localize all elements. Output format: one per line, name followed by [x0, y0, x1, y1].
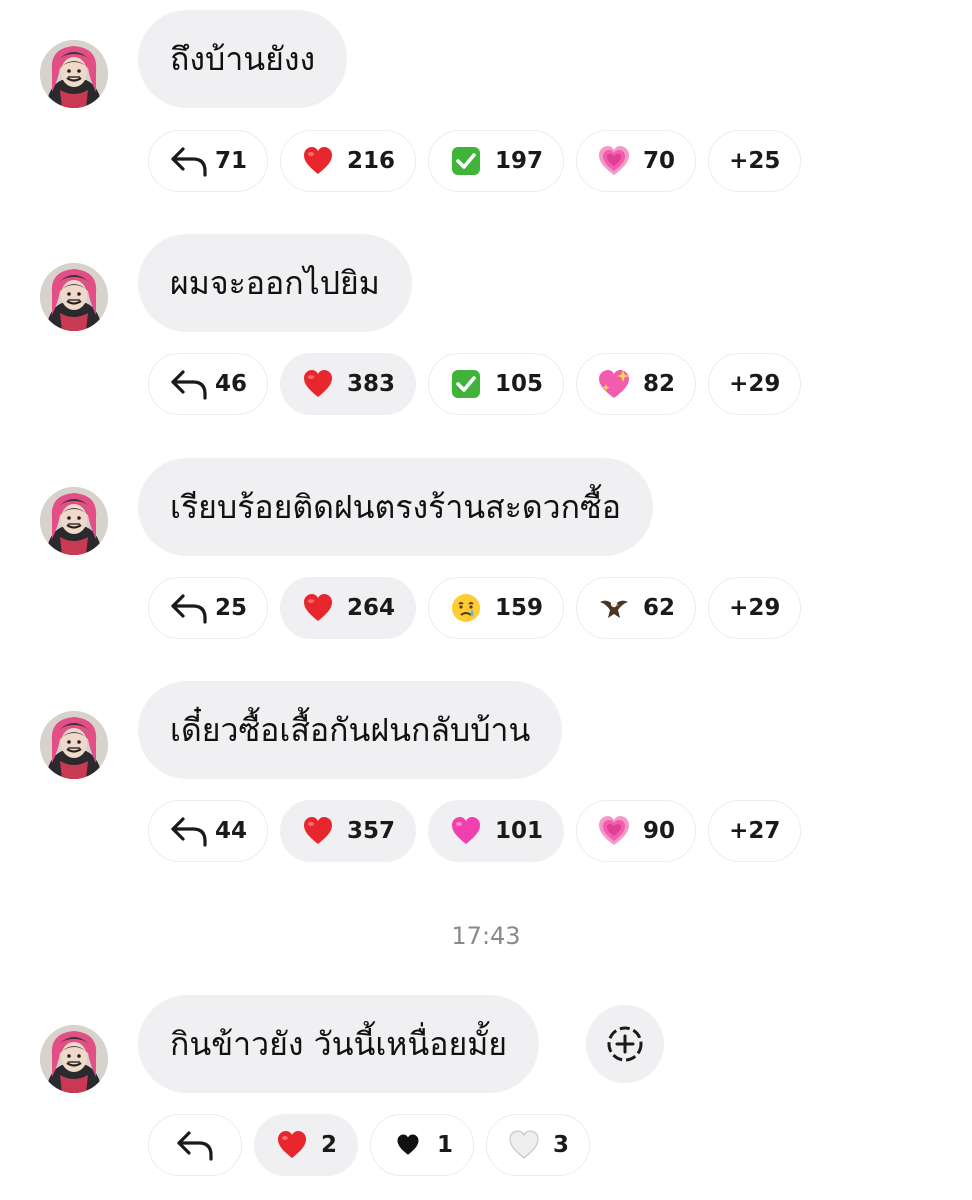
- reply-button[interactable]: 44: [148, 800, 269, 862]
- reaction-count: 70: [643, 148, 676, 174]
- reply-arrow-icon: [169, 592, 209, 624]
- message-text: กินข้าวยัง วันนี้เหนื่อยมั้ย: [170, 1024, 508, 1063]
- reply-button[interactable]: 46: [148, 353, 269, 415]
- reaction-count: 105: [495, 371, 544, 397]
- reaction-chip[interactable]: 2: [254, 1114, 359, 1176]
- reaction-chip[interactable]: 216: [280, 130, 417, 192]
- reaction-chip[interactable]: 264: [280, 577, 417, 639]
- reaction-chip[interactable]: 1: [370, 1114, 475, 1176]
- reaction-bar: 46 383 105 82 +29: [148, 353, 802, 415]
- avatar[interactable]: [40, 1025, 108, 1093]
- reply-count: 25: [215, 595, 248, 621]
- reaction-chip[interactable]: 197: [428, 130, 565, 192]
- avatar[interactable]: [40, 263, 108, 331]
- more-reactions-button[interactable]: +25: [708, 130, 802, 192]
- add-reaction-icon: [607, 1026, 643, 1062]
- check-mark-button-icon: [449, 144, 483, 178]
- message-bubble[interactable]: กินข้าวยัง วันนี้เหนื่อยมั้ย: [138, 995, 540, 1093]
- message-timestamp: 17:43: [451, 922, 521, 950]
- growing-heart-icon: [597, 144, 631, 178]
- reply-count: 46: [215, 371, 248, 397]
- growing-heart-icon: [597, 814, 631, 848]
- reaction-count: 82: [643, 371, 676, 397]
- more-reactions-count: +27: [729, 818, 781, 844]
- more-reactions-count: +25: [729, 148, 781, 174]
- red-heart-icon: [301, 144, 335, 178]
- pink-heart-icon: [449, 814, 483, 848]
- red-heart-icon: [275, 1128, 309, 1162]
- reaction-count: 90: [643, 818, 676, 844]
- reply-count: 71: [215, 148, 248, 174]
- reaction-chip[interactable]: 82: [576, 353, 697, 415]
- reaction-count: 2: [321, 1132, 338, 1158]
- reaction-chip[interactable]: 105: [428, 353, 565, 415]
- reply-button[interactable]: [148, 1114, 242, 1176]
- reaction-chip[interactable]: 357: [280, 800, 417, 862]
- reaction-count: 383: [347, 371, 396, 397]
- message-text: ถึงบ้านยังง: [170, 39, 316, 78]
- message-bubble[interactable]: ถึงบ้านยังง: [138, 10, 348, 108]
- reaction-count: 62: [643, 595, 676, 621]
- message-bubble[interactable]: เดี๋ยวซื้อเสื้อกันฝนกลับบ้าน: [138, 681, 563, 779]
- reaction-chip[interactable]: 62: [576, 577, 697, 639]
- reply-arrow-icon: [175, 1129, 215, 1161]
- reaction-chip[interactable]: 90: [576, 800, 697, 862]
- message-text: เดี๋ยวซื้อเสื้อกันฝนกลับบ้าน: [170, 710, 531, 749]
- eagle-icon: [597, 591, 631, 625]
- reaction-chip[interactable]: 3: [486, 1114, 591, 1176]
- reaction-count: 357: [347, 818, 396, 844]
- more-reactions-button[interactable]: +29: [708, 353, 802, 415]
- reaction-count: 264: [347, 595, 396, 621]
- white-heart-icon: [507, 1128, 541, 1162]
- message-text: เรียบร้อยติดฝนตรงร้านสะดวกซื้อ: [170, 487, 621, 526]
- reply-button[interactable]: 71: [148, 130, 269, 192]
- reaction-count: 197: [495, 148, 544, 174]
- reaction-count: 3: [553, 1132, 570, 1158]
- reaction-bar: 2 1 3: [148, 1114, 591, 1176]
- reply-arrow-icon: [169, 145, 209, 177]
- sparkling-heart-icon: [597, 367, 631, 401]
- reaction-count: 159: [495, 595, 544, 621]
- avatar[interactable]: [40, 711, 108, 779]
- message-bubble[interactable]: ผมจะออกไปยิม: [138, 234, 412, 332]
- reaction-chip[interactable]: 159: [428, 577, 565, 639]
- red-heart-icon: [301, 367, 335, 401]
- red-heart-icon: [301, 814, 335, 848]
- reaction-count: 216: [347, 148, 396, 174]
- add-reaction-button[interactable]: [586, 1005, 664, 1083]
- reaction-count: 101: [495, 818, 544, 844]
- check-mark-button-icon: [449, 367, 483, 401]
- more-reactions-count: +29: [729, 595, 781, 621]
- black-heart-icon: [391, 1128, 425, 1162]
- reply-arrow-icon: [169, 368, 209, 400]
- avatar[interactable]: [40, 487, 108, 555]
- reaction-bar: 25 264 159 62 +29: [148, 577, 802, 639]
- reply-button[interactable]: 25: [148, 577, 269, 639]
- reaction-chip[interactable]: 383: [280, 353, 417, 415]
- reaction-chip[interactable]: 70: [576, 130, 697, 192]
- crying-face-icon: [449, 591, 483, 625]
- more-reactions-count: +29: [729, 371, 781, 397]
- reaction-bar: 71 216 197 70 +25: [148, 130, 802, 192]
- more-reactions-button[interactable]: +27: [708, 800, 802, 862]
- avatar[interactable]: [40, 40, 108, 108]
- reply-count: 44: [215, 818, 248, 844]
- red-heart-icon: [301, 591, 335, 625]
- message-bubble[interactable]: เรียบร้อยติดฝนตรงร้านสะดวกซื้อ: [138, 458, 653, 556]
- reaction-bar: 44 357 101 90 +27: [148, 800, 802, 862]
- reaction-chip[interactable]: 101: [428, 800, 565, 862]
- reply-arrow-icon: [169, 815, 209, 847]
- message-text: ผมจะออกไปยิม: [170, 263, 380, 302]
- more-reactions-button[interactable]: +29: [708, 577, 802, 639]
- reaction-count: 1: [437, 1132, 454, 1158]
